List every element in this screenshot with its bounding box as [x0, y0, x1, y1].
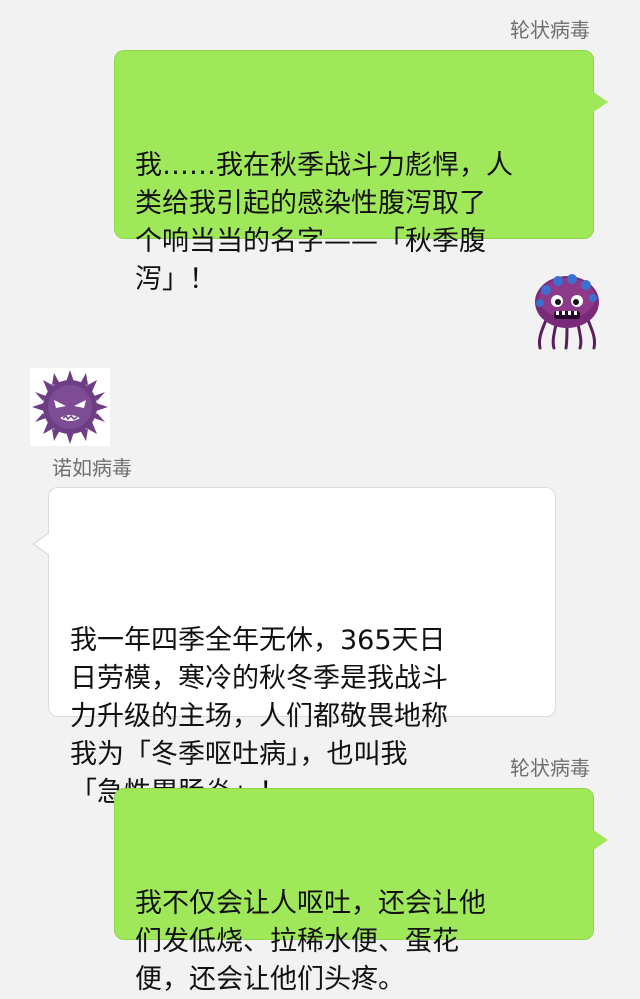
- message-text: 我……我在秋季战斗力彪悍，人 类给我引起的感染性腹泻取了 个响当当的名字——「秋…: [135, 150, 513, 295]
- rotavirus-avatar-icon[interactable]: [532, 268, 602, 350]
- sender-name-rotavirus: 轮状病毒: [510, 756, 590, 780]
- bubble-tail: [592, 91, 608, 113]
- bubble-tail: [34, 533, 50, 555]
- message-bubble-outgoing[interactable]: 我……我在秋季战斗力彪悍，人 类给我引起的感染性腹泻取了 个响当当的名字——「秋…: [114, 50, 608, 295]
- norovirus-avatar-icon[interactable]: [30, 368, 110, 446]
- message-text: 我不仅会让人呕吐，还会让他 们发低烧、拉稀水便、蛋花 便，还会让他们头疼。: [135, 888, 486, 995]
- message-bubble-incoming[interactable]: 我一年四季全年无休，365天日 日劳模，寒冷的秋冬季是我战斗 力升级的主场，人们…: [32, 487, 556, 808]
- bubble-tail: [592, 829, 608, 851]
- sender-name-rotavirus: 轮状病毒: [510, 18, 590, 42]
- message-text: 我一年四季全年无休，365天日 日劳模，寒冷的秋冬季是我战斗 力升级的主场，人们…: [70, 625, 448, 808]
- sender-name-norovirus: 诺如病毒: [52, 456, 132, 480]
- message-bubble-outgoing[interactable]: 我不仅会让人呕吐，还会让他 们发低烧、拉稀水便、蛋花 便，还会让他们头疼。: [114, 788, 608, 995]
